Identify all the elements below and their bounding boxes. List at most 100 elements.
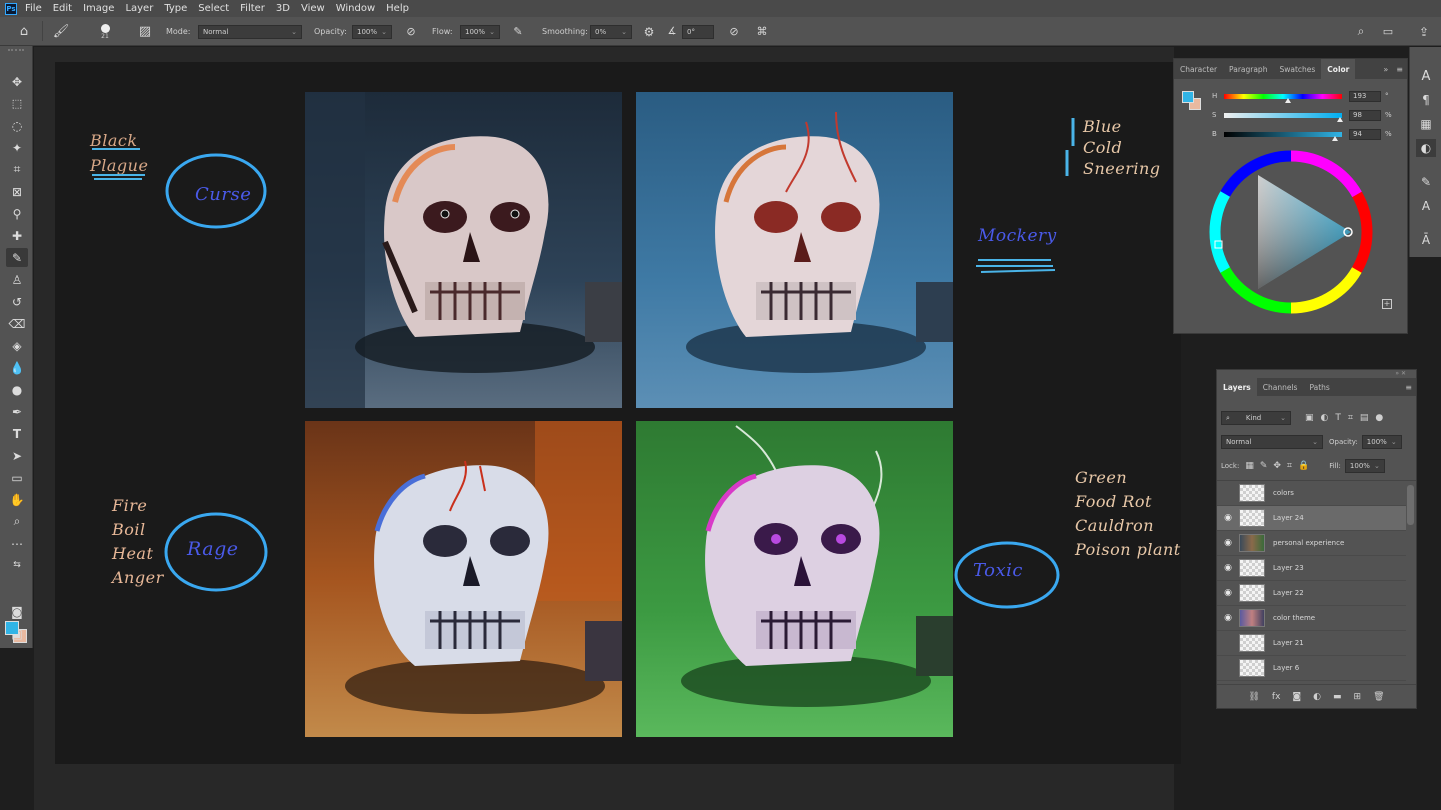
pressure-size-icon[interactable]: ⊘ xyxy=(724,17,744,46)
new-group-icon[interactable]: ▬ xyxy=(1333,692,1342,702)
brightness-value-field[interactable]: 94 xyxy=(1349,129,1381,140)
blend-mode-dropdown[interactable]: Normal ⌄ xyxy=(1221,435,1323,449)
panel-foreground-swatch[interactable] xyxy=(1182,91,1194,103)
menu-type[interactable]: Type xyxy=(164,3,187,14)
history-brush-tool-icon[interactable]: ↺ xyxy=(6,292,28,311)
zoom-tool-icon[interactable]: ⌕ xyxy=(6,512,28,531)
saturation-slider[interactable]: S 98 % xyxy=(1212,110,1402,122)
menu-help[interactable]: Help xyxy=(386,3,409,14)
saturation-track[interactable] xyxy=(1224,113,1342,118)
workspace-icon[interactable]: ▭ xyxy=(1378,17,1398,46)
pressure-opacity-icon[interactable]: ⊘ xyxy=(402,17,420,46)
share-icon[interactable]: ⇪ xyxy=(1414,17,1434,46)
saturation-thumb[interactable] xyxy=(1336,117,1343,122)
hue-thumb[interactable] xyxy=(1284,98,1291,103)
document-canvas[interactable]: Black Plague Curse Fire Boil Heat Anger … xyxy=(55,62,1181,764)
dodge-tool-icon[interactable]: ● xyxy=(6,380,28,399)
menu-edit[interactable]: Edit xyxy=(53,3,72,14)
clone-stamp-tool-icon[interactable]: ♙ xyxy=(6,270,28,289)
lasso-tool-icon[interactable]: ◌ xyxy=(6,116,28,135)
eye-icon[interactable]: ◉ xyxy=(1217,588,1239,598)
hue-slider[interactable]: H 193 ° xyxy=(1212,91,1402,103)
brush-settings-icon[interactable]: ▨ xyxy=(136,17,154,46)
flow-field[interactable]: 100% ⌄ xyxy=(460,25,500,39)
tab-swatches[interactable]: Swatches xyxy=(1273,59,1321,79)
eye-icon[interactable]: ◉ xyxy=(1217,538,1239,548)
type-tool-icon[interactable]: T xyxy=(6,424,28,443)
menu-3d[interactable]: 3D xyxy=(276,3,290,14)
menu-view[interactable]: View xyxy=(301,3,325,14)
adjustment-layer-icon[interactable]: ◐ xyxy=(1313,692,1321,702)
properties-panel-icon[interactable]: Ā xyxy=(1416,231,1436,249)
add-mask-icon[interactable]: ◙ xyxy=(1292,692,1301,702)
layer-filter-icons[interactable]: ▣◐T⌗▤● xyxy=(1305,413,1390,423)
color-panel-icon[interactable]: ◐ xyxy=(1416,139,1436,157)
layer-row[interactable]: ◉ personal experience xyxy=(1217,531,1406,556)
character-panel-icon[interactable]: A xyxy=(1416,67,1436,85)
layer-row[interactable]: ◉ color theme xyxy=(1217,606,1406,631)
marquee-tool-icon[interactable]: ⬚ xyxy=(6,94,28,113)
crop-tool-icon[interactable]: ⌗ xyxy=(6,160,28,179)
airbrush-icon[interactable]: ✎ xyxy=(508,17,528,46)
angle-field[interactable]: 0° xyxy=(682,25,714,39)
tab-character[interactable]: Character xyxy=(1174,59,1223,79)
layer-row[interactable]: Layer 21 xyxy=(1217,631,1406,656)
eye-icon[interactable]: ◉ xyxy=(1217,513,1239,523)
link-layers-icon[interactable]: ⛓ xyxy=(1248,692,1259,702)
tab-paths[interactable]: Paths xyxy=(1303,378,1335,396)
pen-tool-icon[interactable]: ✒ xyxy=(6,402,28,421)
layer-filter-dropdown[interactable]: ⌕ Kind ⌄ xyxy=(1221,411,1291,425)
hue-value-field[interactable]: 193 xyxy=(1349,91,1381,102)
rectangle-tool-icon[interactable]: ▭ xyxy=(6,468,28,487)
hand-tool-icon[interactable]: ✋ xyxy=(6,490,28,509)
search-icon[interactable]: ⌕ xyxy=(1352,17,1370,46)
layer-row[interactable]: ◉ Layer 24 xyxy=(1217,506,1406,531)
menu-filter[interactable]: Filter xyxy=(240,3,265,14)
quick-mask-icon[interactable]: ◙ xyxy=(6,602,28,621)
gear-icon[interactable]: ⚙ xyxy=(640,17,658,46)
menu-image[interactable]: Image xyxy=(83,3,114,14)
mode-dropdown[interactable]: Normal ⌄ xyxy=(198,25,302,39)
menu-window[interactable]: Window xyxy=(336,3,375,14)
paragraph-panel-icon[interactable]: ¶ xyxy=(1416,91,1436,109)
panel-grip[interactable] xyxy=(8,49,24,59)
panel-menu-icon[interactable]: ≡ xyxy=(1401,378,1416,396)
color-wheel[interactable] xyxy=(1206,147,1376,317)
symmetry-icon[interactable]: ⌘ xyxy=(752,17,772,46)
fx-icon[interactable]: fx xyxy=(1272,692,1281,702)
path-selection-tool-icon[interactable]: ➤ xyxy=(6,446,28,465)
brightness-slider[interactable]: B 94 % xyxy=(1212,129,1402,141)
foreground-color-swatch[interactable] xyxy=(5,621,19,635)
trash-icon[interactable]: 🗑 xyxy=(1373,692,1384,702)
more-tools-icon[interactable]: ⋯ xyxy=(6,534,28,553)
panel-header-controls[interactable]: » ✕ xyxy=(1217,370,1416,378)
collapse-icon[interactable]: » xyxy=(1379,59,1392,79)
swatches-panel-icon[interactable]: ▦ xyxy=(1416,115,1436,133)
tab-paragraph[interactable]: Paragraph xyxy=(1223,59,1273,79)
magic-wand-tool-icon[interactable]: ✦ xyxy=(6,138,28,157)
lock-icons[interactable]: ▦✎✥⌗🔒 xyxy=(1245,461,1315,471)
hue-track[interactable] xyxy=(1224,94,1342,99)
brush-tool-preset-icon[interactable]: 🖌 xyxy=(50,17,72,46)
tab-layers[interactable]: Layers xyxy=(1217,378,1257,396)
brush-size-picker[interactable]: 21 xyxy=(96,17,114,46)
layer-row[interactable]: Layer 6 xyxy=(1217,656,1406,681)
layers-scrollbar[interactable] xyxy=(1407,485,1414,525)
fill-field[interactable]: 100% ⌄ xyxy=(1344,459,1385,473)
eraser-tool-icon[interactable]: ⌫ xyxy=(6,314,28,333)
eye-icon[interactable]: ◉ xyxy=(1217,563,1239,573)
eye-icon[interactable]: ◉ xyxy=(1217,613,1239,623)
layer-row[interactable]: ◉ Layer 22 xyxy=(1217,581,1406,606)
new-layer-icon[interactable]: ⊞ xyxy=(1354,692,1362,702)
frame-tool-icon[interactable]: ⊠ xyxy=(6,182,28,201)
layer-row[interactable]: ◉ Layer 23 xyxy=(1217,556,1406,581)
menu-layer[interactable]: Layer xyxy=(125,3,153,14)
blur-tool-icon[interactable]: 💧 xyxy=(6,358,28,377)
swap-colors-icon[interactable]: ⇆ xyxy=(6,555,28,574)
layer-opacity-field[interactable]: 100% ⌄ xyxy=(1361,435,1402,449)
menu-file[interactable]: File xyxy=(25,3,42,14)
brightness-thumb[interactable] xyxy=(1331,136,1338,141)
eyedropper-tool-icon[interactable]: ⚲ xyxy=(6,204,28,223)
opacity-field[interactable]: 100% ⌄ xyxy=(352,25,392,39)
home-icon[interactable]: ⌂ xyxy=(14,17,34,46)
